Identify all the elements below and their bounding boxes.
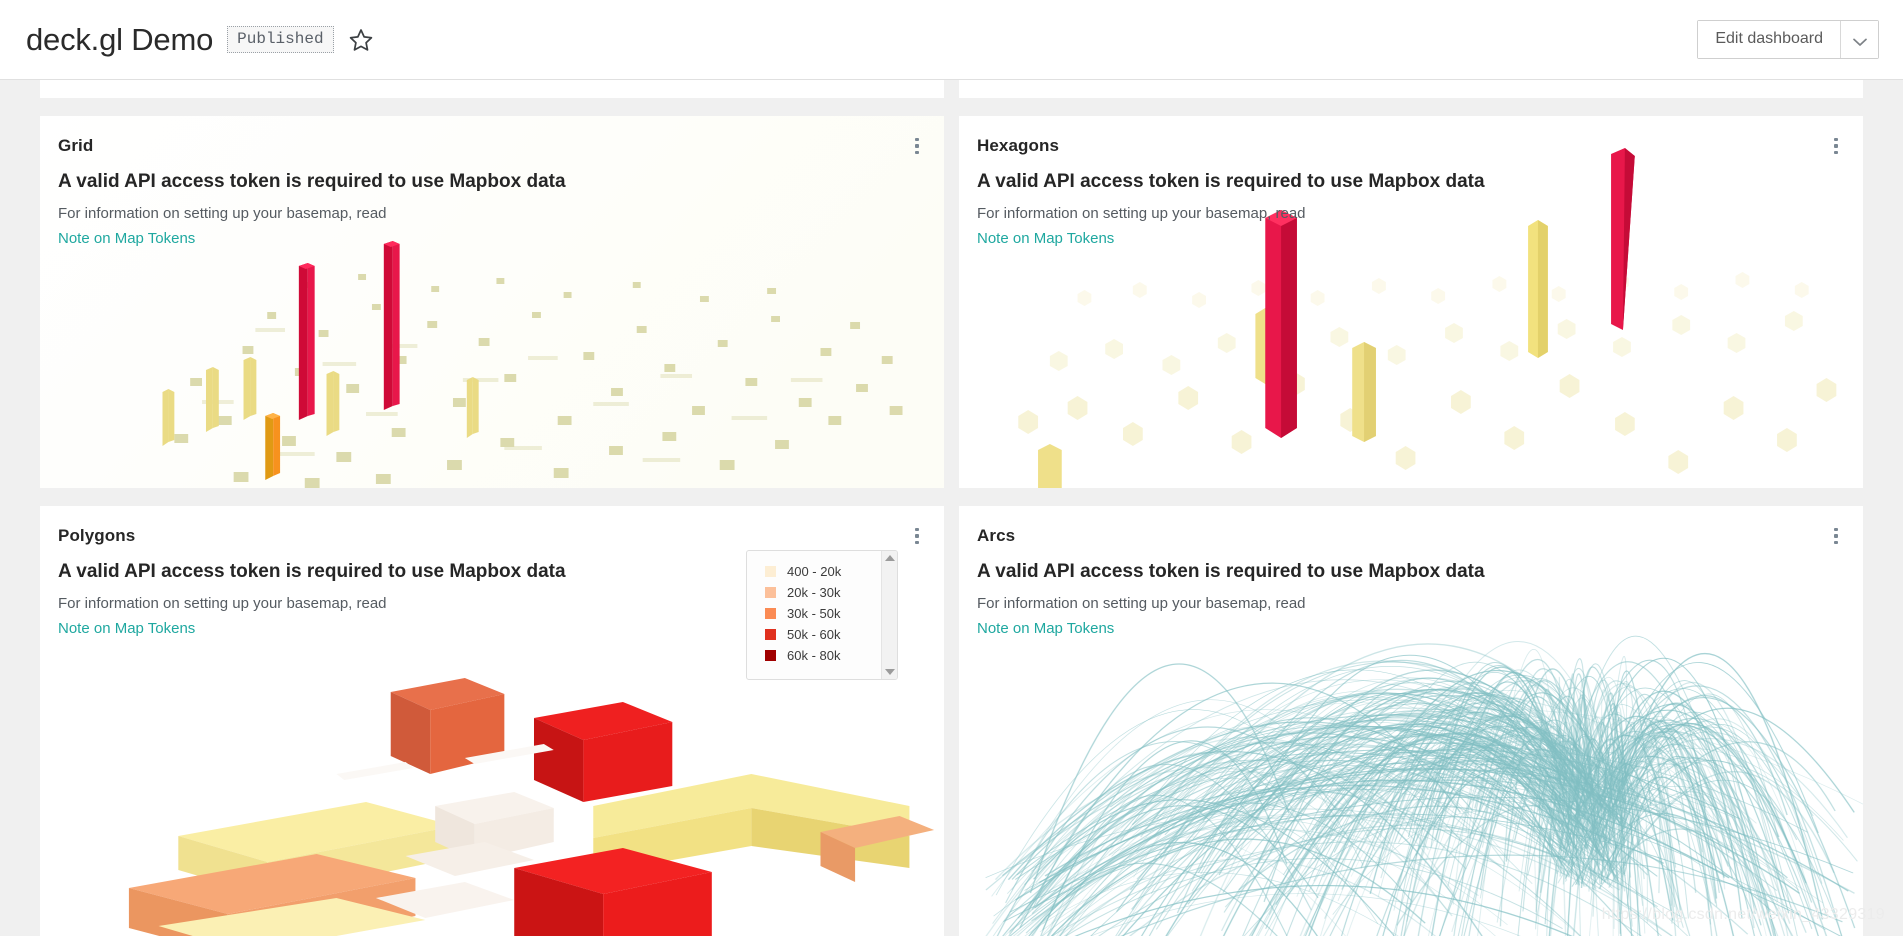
chart-card-arcs[interactable]: Arcs A valid API access token is require… (959, 506, 1863, 936)
dashboard-row-1: Grid A valid API access token is require… (40, 116, 1863, 488)
note-on-map-tokens-link[interactable]: Note on Map Tokens (977, 619, 1114, 639)
dashboard-board: Grid A valid API access token is require… (0, 80, 1903, 936)
warning-title: A valid API access token is required to … (58, 171, 566, 192)
legend-label: 50k - 60k (787, 627, 841, 642)
previous-row-sliver (0, 80, 1903, 98)
kebab-menu-icon[interactable] (908, 525, 926, 547)
chart-card-hexagons[interactable]: Hexagons A valid API access token is req… (959, 116, 1863, 488)
kebab-menu-icon[interactable] (1827, 525, 1845, 547)
status-badge: Published (227, 25, 334, 54)
legend-swatch (765, 587, 776, 598)
triangle-up-icon[interactable] (884, 555, 895, 561)
chevron-down-icon (1852, 35, 1867, 46)
dashboard-grid: Grid A valid API access token is require… (0, 116, 1903, 936)
card-header-grid: Grid (40, 116, 944, 156)
page-title: deck.gl Demo (26, 22, 214, 57)
edit-dashboard-button[interactable]: Edit dashboard (1698, 20, 1840, 59)
legend-item: 400 - 20k (765, 561, 881, 582)
card-title: Polygons (58, 526, 136, 545)
sliver-card-right (959, 80, 1863, 98)
kebab-menu-icon[interactable] (908, 135, 926, 157)
legend-label: 20k - 30k (787, 585, 841, 600)
chart-card-polygons[interactable]: Polygons A valid API access token is req… (40, 506, 944, 936)
kebab-menu-icon[interactable] (1827, 135, 1845, 157)
triangle-down-icon[interactable] (884, 669, 895, 675)
dashboard-row-2: Polygons A valid API access token is req… (40, 506, 1863, 936)
dashboard-title-group: deck.gl Demo Published (0, 24, 374, 55)
legend-item: 60k - 80k (765, 645, 881, 666)
edit-dashboard-group: Edit dashboard (1697, 19, 1879, 60)
legend-label: 400 - 20k (787, 564, 842, 579)
warning-title: A valid API access token is required to … (977, 561, 1485, 582)
edit-dashboard-dropdown-button[interactable] (1840, 20, 1878, 59)
card-header-arcs: Arcs (959, 506, 1863, 546)
legend-swatch (765, 608, 776, 619)
mapbox-token-warning: A valid API access token is required to … (959, 546, 1863, 639)
mapbox-token-warning: A valid API access token is required to … (959, 156, 1863, 249)
color-legend[interactable]: 400 - 20k 20k - 30k 30k - 50k 50k - 60k … (746, 550, 898, 680)
card-title: Hexagons (977, 136, 1060, 155)
app-header: deck.gl Demo Published Edit dashboard (0, 0, 1903, 80)
legend-scrollbar[interactable] (881, 551, 897, 679)
card-header-polygons: Polygons (40, 506, 944, 546)
header-actions: Edit dashboard (1697, 19, 1903, 60)
legend-label: 60k - 80k (787, 648, 841, 663)
card-header-hexagons: Hexagons (959, 116, 1863, 156)
watermark: https://blog.csdn.net/weixin_43329319 (1601, 906, 1885, 923)
note-on-map-tokens-link[interactable]: Note on Map Tokens (58, 229, 195, 249)
sliver-card-left (40, 80, 944, 98)
legend-swatch (765, 629, 776, 640)
legend-item: 20k - 30k (765, 582, 881, 603)
note-on-map-tokens-link[interactable]: Note on Map Tokens (58, 619, 195, 639)
warning-subtitle: For information on setting up your basem… (977, 204, 1306, 222)
legend-item: 50k - 60k (765, 624, 881, 645)
legend-item-list: 400 - 20k 20k - 30k 30k - 50k 50k - 60k … (747, 551, 881, 679)
warning-subtitle: For information on setting up your basem… (58, 204, 387, 222)
warning-title: A valid API access token is required to … (977, 171, 1485, 192)
legend-label: 30k - 50k (787, 606, 841, 621)
warning-subtitle: For information on setting up your basem… (977, 594, 1306, 612)
note-on-map-tokens-link[interactable]: Note on Map Tokens (977, 229, 1114, 249)
card-title: Arcs (977, 526, 1016, 545)
chart-card-grid[interactable]: Grid A valid API access token is require… (40, 116, 944, 488)
card-title: Grid (58, 136, 94, 155)
mapbox-token-warning: A valid API access token is required to … (40, 156, 944, 249)
legend-item: 30k - 50k (765, 603, 881, 624)
legend-swatch (765, 566, 776, 577)
legend-swatch (765, 650, 776, 661)
star-icon[interactable] (348, 27, 374, 53)
